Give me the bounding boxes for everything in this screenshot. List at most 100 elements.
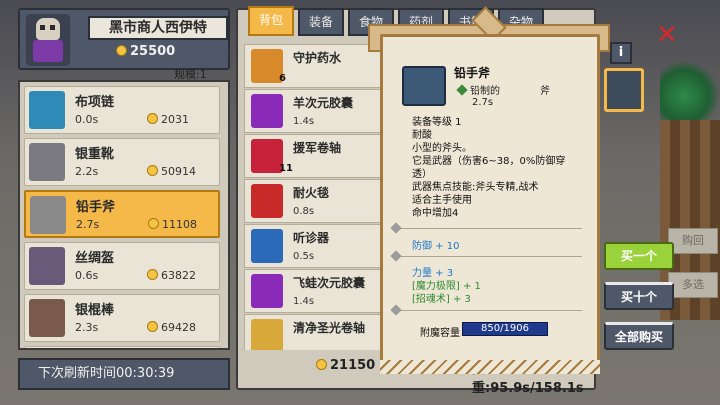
detail-type: 斧 xyxy=(540,86,550,97)
detail-stat-summon: [招魂术] + 3 xyxy=(412,294,471,305)
detail-desc-line: 它是武器（伤害6~38，0%防御穿 xyxy=(412,156,566,167)
detail-material: 铅制的 xyxy=(456,82,500,97)
merchant-avatar xyxy=(26,14,70,66)
backpack-item-name: 耐火毯 xyxy=(293,186,330,200)
close-icon[interactable]: ✕ xyxy=(654,22,680,48)
merchant-header: 黑市商人西伊特 25500 xyxy=(18,8,230,70)
coin-icon xyxy=(147,269,158,280)
detail-desc-line: 武器焦点技能:斧头专精,战术 xyxy=(412,182,539,193)
detail-desc-line: 命中增加4 xyxy=(412,208,459,219)
backpack-item[interactable]: 飞蛙次元胶囊 1.4s xyxy=(244,269,382,313)
merchant-item-price: 69428 xyxy=(147,321,196,334)
merchant-gold: 25500 xyxy=(116,44,175,59)
detail-desc-line: 适合主手使用 xyxy=(412,195,472,206)
merchant-panel: 黑市商人西伊特 25500 规模:1 布项链 0.0s 2031 银重靴 2.2s 509… xyxy=(18,8,230,390)
merchant-item[interactable]: 布项链 0.0s 2031 xyxy=(24,86,220,134)
club-icon xyxy=(29,299,65,337)
detail-desc-line: 透） xyxy=(412,169,432,180)
multi-select-button[interactable]: 多选 xyxy=(668,272,718,298)
hand-axe-icon xyxy=(30,196,66,234)
backpack-item[interactable]: 耐火毯 0.8s xyxy=(244,179,382,223)
merchant-item-time: 0.6s xyxy=(75,269,99,282)
backpack-item-name: 守护药水 xyxy=(293,51,342,65)
merchant-item[interactable]: 青铜长枪 xyxy=(24,346,220,348)
refresh-timer: 下次刷新时间00:30:39 xyxy=(18,358,230,390)
info-button[interactable]: i xyxy=(610,42,632,64)
merchant-item-name: 银棍棒 xyxy=(75,303,115,318)
merchant-item[interactable]: 银棍棒 2.3s 69428 xyxy=(24,294,220,342)
stethoscope-icon xyxy=(251,229,283,263)
coin-icon xyxy=(147,113,158,124)
divider xyxy=(396,228,582,229)
backpack-item-name: 听诊器 xyxy=(293,231,330,245)
merchant-item-price: 50914 xyxy=(147,165,196,178)
merchant-item[interactable]: 铅手斧 2.7s 11108 xyxy=(24,190,220,238)
coin-icon xyxy=(316,359,327,370)
merchant-item[interactable]: 银重靴 2.2s 50914 xyxy=(24,138,220,186)
hand-axe-icon xyxy=(402,66,446,106)
backpack-item[interactable]: 11 援军卷轴 xyxy=(244,134,382,178)
backpack-item-time: 1.4s xyxy=(293,116,315,127)
detail-item-name: 铅手斧 xyxy=(454,66,491,80)
holy-scroll-icon xyxy=(251,319,283,350)
boots-icon xyxy=(29,143,65,181)
backpack-item-list[interactable]: 6 守护药水羊次元胶囊 1.4s 11 援军卷轴耐火毯 0.8s 听诊器 0.5s 飞蛙次元胶囊… xyxy=(244,40,384,350)
backpack-item-name: 飞蛙次元胶囊 xyxy=(293,276,366,290)
backpack-item-time: 0.8s xyxy=(293,206,315,217)
buy-one-button[interactable]: 买一个 xyxy=(604,242,674,270)
merchant-item-time: 2.3s xyxy=(75,321,99,334)
buy-all-button[interactable]: 全部购买 xyxy=(604,322,674,350)
backpack-item-name: 清净圣光卷轴 xyxy=(293,321,366,335)
tab-0[interactable]: 背包 xyxy=(248,6,294,36)
detail-bottom-edge xyxy=(380,360,600,374)
player-gold: 21150 xyxy=(316,358,375,373)
detail-time: 2.7s xyxy=(472,97,494,108)
merchant-item[interactable]: 丝绸盔 0.6s 63822 xyxy=(24,242,220,290)
material-gem-icon xyxy=(456,84,468,96)
merchant-item-price: 11108 xyxy=(148,218,197,231)
detail-defense: 防御 + 10 xyxy=(412,241,460,252)
buy-back-button[interactable]: 购回 xyxy=(668,228,718,254)
merchant-item-time: 2.7s xyxy=(76,218,100,231)
necklace-icon xyxy=(29,91,65,129)
merchant-item-price: 63822 xyxy=(147,269,196,282)
backpack-item[interactable]: 羊次元胶囊 1.4s xyxy=(244,89,382,133)
merchant-item-list[interactable]: 布项链 0.0s 2031 银重靴 2.2s 50914 铅手斧 2.7s 11108 丝绸盔 0.… xyxy=(18,80,230,350)
backpack-item[interactable]: 6 守护药水 xyxy=(244,44,382,88)
backpack-item-time: 1.4s xyxy=(293,296,315,307)
capsule-icon xyxy=(251,94,283,128)
merchant-item-name: 银重靴 xyxy=(75,147,115,162)
backpack-item[interactable]: 清净圣光卷轴 xyxy=(244,314,382,350)
capsule-icon xyxy=(251,274,283,308)
merchant-item-price: 2031 xyxy=(147,113,189,126)
divider xyxy=(396,256,582,257)
merchant-item-time: 0.0s xyxy=(75,113,99,126)
coin-icon xyxy=(147,321,158,332)
coin-icon xyxy=(147,165,158,176)
enchant-capacity-bar: 850/1906 xyxy=(462,322,548,336)
backpack-item[interactable]: 听诊器 0.5s xyxy=(244,224,382,268)
merchant-item-time: 2.2s xyxy=(75,165,99,178)
detail-desc-line: 耐酸 xyxy=(412,130,432,141)
background-plant xyxy=(660,60,720,120)
enchant-label: 附魔容量 xyxy=(420,328,460,339)
helmet-icon xyxy=(29,247,65,285)
detail-desc-line: 装备等级 1 xyxy=(412,117,462,128)
merchant-item-name: 铅手斧 xyxy=(76,200,116,215)
equipment-slot[interactable] xyxy=(604,68,644,112)
buy-ten-button[interactable]: 买十个 xyxy=(604,282,674,310)
backpack-item-time: 0.5s xyxy=(293,251,315,262)
merchant-item-name: 布项链 xyxy=(75,95,115,110)
coin-icon xyxy=(116,45,127,56)
backpack-item-name: 羊次元胶囊 xyxy=(293,96,354,110)
coin-icon xyxy=(148,218,159,229)
item-quantity: 6 xyxy=(279,73,286,84)
detail-desc-line: 小型的斧头。 xyxy=(412,143,472,154)
blanket-icon xyxy=(251,184,283,218)
divider xyxy=(396,310,582,311)
backpack-item-name: 援军卷轴 xyxy=(293,141,342,155)
tab-1[interactable]: 装备 xyxy=(298,8,344,36)
item-quantity: 11 xyxy=(279,163,293,174)
merchant-item-name: 丝绸盔 xyxy=(75,251,115,266)
merchant-name: 黑市商人西伊特 xyxy=(88,16,228,40)
